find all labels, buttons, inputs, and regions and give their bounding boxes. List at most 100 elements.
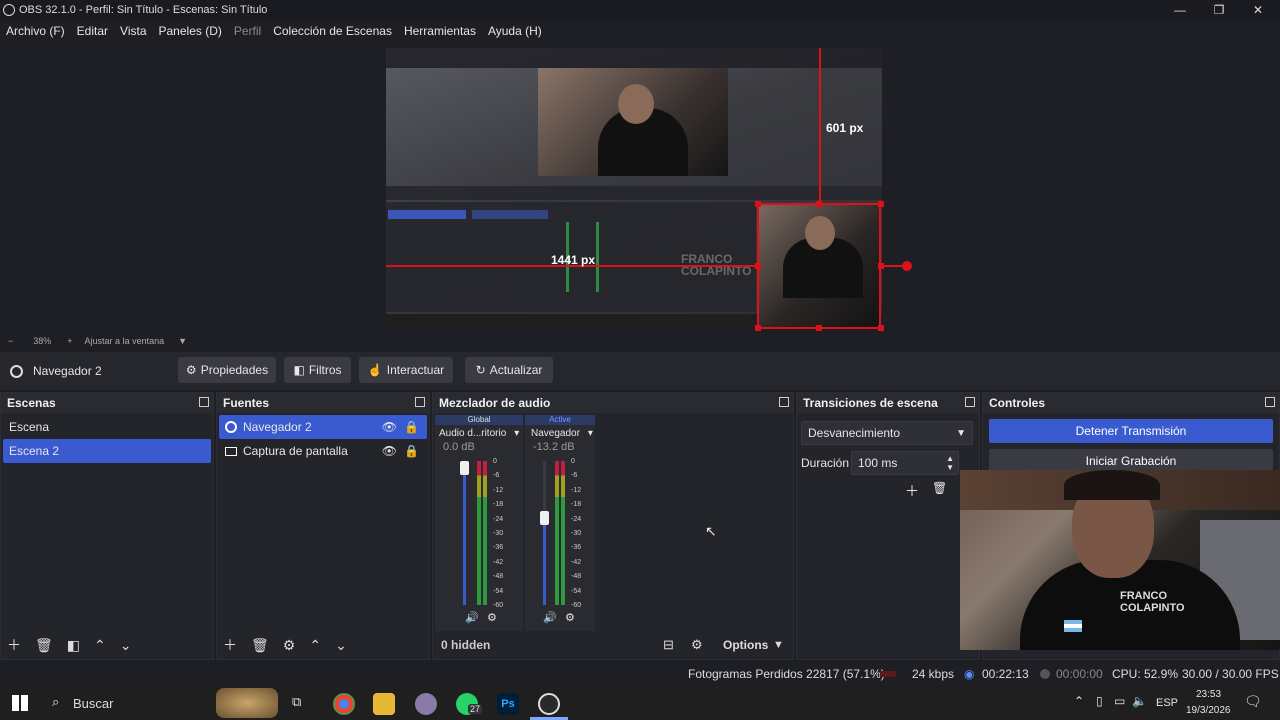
trash-icon[interactable]: 🗑	[251, 637, 269, 654]
device-icon[interactable]: ▯	[1096, 694, 1103, 708]
lock-icon[interactable]: 🔒	[404, 420, 419, 434]
chevron-down-icon[interactable]: ▾	[588, 428, 593, 439]
duration-row: Duración 100 ms ▲ ▼	[801, 451, 979, 475]
controls-title: Controles	[989, 396, 1046, 410]
refresh-button[interactable]: ↻ Actualizar	[465, 357, 553, 383]
scene-item[interactable]: Escena	[3, 415, 211, 439]
menu-paneles[interactable]: Paneles (D)	[159, 24, 222, 38]
maximize-button[interactable]: ❐	[1199, 0, 1239, 20]
lock-icon[interactable]: 🔒	[404, 444, 419, 458]
clock-date[interactable]: 19/3/2026	[1186, 705, 1231, 716]
undock-icon[interactable]	[415, 397, 425, 407]
undock-icon[interactable]	[1265, 397, 1275, 407]
selection-bounding-box[interactable]	[757, 203, 881, 329]
channel-settings-icon[interactable]: ⚙	[487, 611, 497, 624]
menu-archivo[interactable]: Archivo (F)	[6, 24, 65, 38]
move-down-icon[interactable]: ⌄	[120, 637, 132, 654]
chevron-down-icon[interactable]: ▼	[773, 639, 784, 651]
chevron-down-icon[interactable]: ▾	[514, 428, 519, 439]
resize-handle-tl[interactable]	[755, 201, 761, 207]
zoom-in-button[interactable]: +	[67, 336, 72, 346]
add-transition-icon[interactable]: ＋	[905, 481, 919, 501]
source-label: Navegador 2	[243, 420, 312, 434]
interact-button[interactable]: ☝ Interactuar	[359, 357, 453, 383]
channel-name-row[interactable]: Navegador ▾	[525, 425, 595, 441]
task-view-icon[interactable]: ⧉	[292, 694, 301, 710]
search-icon[interactable]: ⌕	[52, 694, 59, 710]
scene-item-selected[interactable]: Escena 2	[3, 439, 211, 463]
speaker-icon[interactable]: 🔊	[543, 611, 557, 624]
chevron-up-icon[interactable]: ⌃	[1074, 694, 1084, 708]
layout-icon[interactable]: ⊟	[663, 637, 674, 653]
menu-coleccion[interactable]: Colección de Escenas	[273, 24, 392, 38]
resize-handle-tr[interactable]	[878, 201, 884, 207]
filters-button[interactable]: ◧ Filtros	[284, 357, 351, 383]
zoom-out-button[interactable]: −	[8, 336, 13, 346]
add-scene-icon[interactable]: ＋	[7, 635, 21, 655]
file-explorer-icon[interactable]	[373, 693, 395, 715]
source-item-selected[interactable]: Navegador 2 👁 🔒	[219, 415, 427, 439]
volume-track[interactable]	[463, 461, 466, 605]
minimize-button[interactable]: —	[1160, 0, 1200, 20]
menu-editar[interactable]: Editar	[77, 24, 108, 38]
undock-icon[interactable]	[199, 397, 209, 407]
menu-herramientas[interactable]: Herramientas	[404, 24, 476, 38]
chevron-down-icon[interactable]: ▼	[956, 428, 966, 439]
windows-start-icon[interactable]	[12, 695, 28, 711]
scene-filter-icon[interactable]: ◧	[67, 637, 80, 654]
controls-header: Controles	[983, 393, 1279, 413]
language-indicator[interactable]: ESP	[1156, 697, 1178, 709]
menu-vista[interactable]: Vista	[120, 24, 146, 38]
chevron-down-icon[interactable]: ▼	[178, 336, 187, 346]
gear-icon: ⚙	[185, 363, 197, 377]
photoshop-icon[interactable]: Ps	[497, 693, 519, 715]
resize-handle-t[interactable]	[816, 201, 822, 207]
spin-icon[interactable]: ▲ ▼	[946, 454, 954, 472]
record-time: 00:00:00	[1056, 667, 1103, 681]
source-item[interactable]: Captura de pantalla 👁 🔒	[219, 439, 427, 463]
channel-settings-icon[interactable]: ⚙	[565, 611, 575, 624]
stop-stream-button[interactable]: Detener Transmisión	[989, 419, 1273, 443]
record-icon	[1040, 669, 1050, 679]
resize-handle-b[interactable]	[816, 325, 822, 331]
resize-handle-l[interactable]	[755, 263, 761, 269]
taskbar-search[interactable]: Buscar	[73, 696, 113, 711]
properties-button[interactable]: ⚙ Propiedades	[178, 357, 276, 383]
source-label: Captura de pantalla	[243, 444, 348, 458]
channel-name-row[interactable]: Audio d...ritorio ▾	[435, 425, 523, 441]
network-icon[interactable]: ▭	[1114, 694, 1125, 708]
menu-ayuda[interactable]: Ayuda (H)	[488, 24, 542, 38]
volume-icon[interactable]: 🔈	[1132, 694, 1147, 708]
add-source-icon[interactable]: ＋	[223, 635, 237, 655]
volume-slider-handle[interactable]	[460, 461, 469, 475]
close-button[interactable]: ✕	[1238, 0, 1278, 20]
move-up-icon[interactable]: ⌃	[94, 637, 106, 654]
move-down-icon[interactable]: ⌄	[335, 637, 347, 654]
undock-icon[interactable]	[779, 397, 789, 407]
move-up-icon[interactable]: ⌃	[309, 637, 321, 654]
duration-input[interactable]: 100 ms ▲ ▼	[851, 451, 959, 475]
zoom-fit-option[interactable]: Ajustar a la ventana	[85, 336, 165, 346]
transition-select[interactable]: Desvanecimiento ▼	[801, 421, 973, 445]
trash-icon[interactable]: 🗑	[932, 481, 947, 495]
notifications-icon[interactable]: 🗨	[1244, 693, 1262, 710]
transitions-dock: Transiciones de escena Desvanecimiento ▼ …	[796, 392, 980, 660]
options-button[interactable]: Options	[723, 638, 768, 652]
resize-handle-r[interactable]	[878, 263, 884, 269]
app-icon[interactable]	[415, 693, 437, 715]
undock-icon[interactable]	[965, 397, 975, 407]
chrome-icon[interactable]	[333, 693, 355, 715]
gear-icon[interactable]: ⚙	[691, 637, 703, 653]
resize-handle-br[interactable]	[878, 325, 884, 331]
eye-icon[interactable]: 👁	[382, 420, 397, 434]
clock-time[interactable]: 23:53	[1196, 689, 1221, 700]
speaker-icon[interactable]: 🔊	[465, 611, 479, 624]
obs-icon[interactable]	[538, 693, 560, 715]
trash-icon[interactable]: 🗑	[35, 637, 53, 654]
gear-icon[interactable]: ⚙	[283, 637, 296, 654]
mixer-channel-navegador: Active Navegador ▾ -13.2 dB 0 -6 -12 -18 -24 -…	[525, 415, 595, 631]
eye-icon[interactable]: 👁	[382, 444, 397, 458]
resize-handle-bl[interactable]	[755, 325, 761, 331]
volume-slider-handle[interactable]	[540, 511, 549, 525]
db-tick-label: -30	[493, 530, 504, 537]
